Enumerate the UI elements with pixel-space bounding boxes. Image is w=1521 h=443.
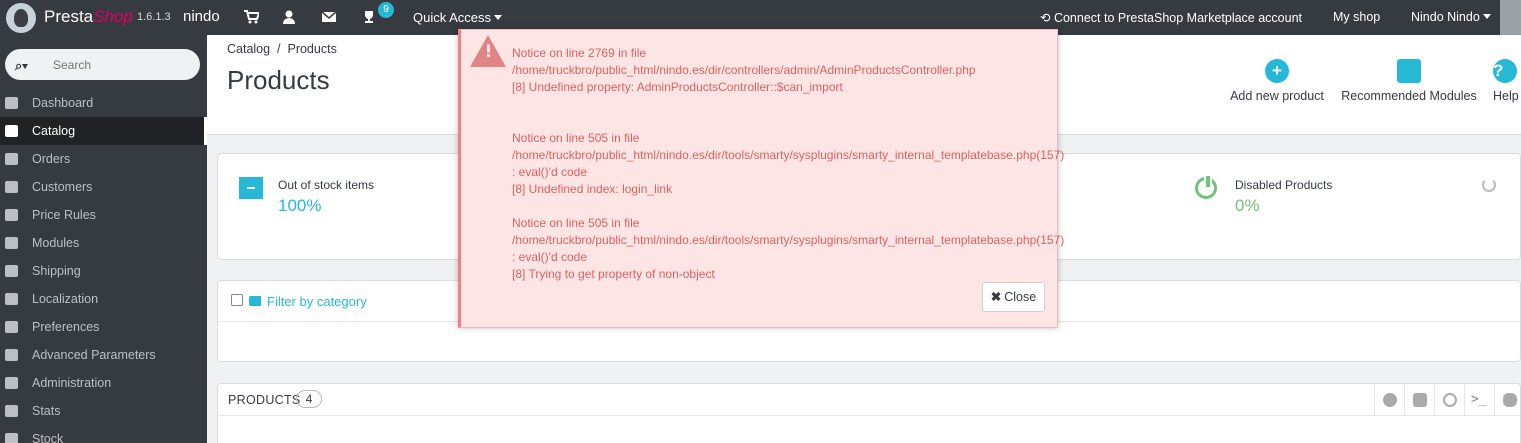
close-icon: ✖ xyxy=(990,290,1002,304)
warning-exclamation: ! xyxy=(484,42,493,62)
notice-line: Notice on line 505 in file xyxy=(512,131,640,145)
error-notice-modal: ! Notice on line 2769 in file /home/truc… xyxy=(458,29,1065,328)
notice-line: : eval()'d code xyxy=(512,165,587,179)
notice-line: Notice on line 505 in file xyxy=(512,216,640,230)
notice-line: [8] Trying to get property of non-object xyxy=(512,267,715,281)
notice-line: Notice on line 2769 in file xyxy=(512,46,647,60)
close-label: Close xyxy=(1004,290,1037,304)
notice-line: /home/truckbro/public_html/nindo.es/dir/… xyxy=(512,148,1065,162)
notice-line: /home/truckbro/public_html/nindo.es/dir/… xyxy=(512,233,1065,247)
notice-block: Notice on line 505 in file /home/truckbr… xyxy=(512,215,1065,283)
notice-line: [8] Undefined property: AdminProductsCon… xyxy=(512,80,843,94)
notice-line: [8] Undefined index: login_link xyxy=(512,182,673,196)
notice-block: Notice on line 505 in file /home/truckbr… xyxy=(512,130,1065,198)
notice-line: : eval()'d code xyxy=(512,250,587,264)
close-button[interactable]: ✖ Close xyxy=(982,282,1045,312)
notice-line: /home/truckbro/public_html/nindo.es/dir/… xyxy=(512,63,976,77)
notice-block: Notice on line 2769 in file /home/truckb… xyxy=(512,45,1057,96)
